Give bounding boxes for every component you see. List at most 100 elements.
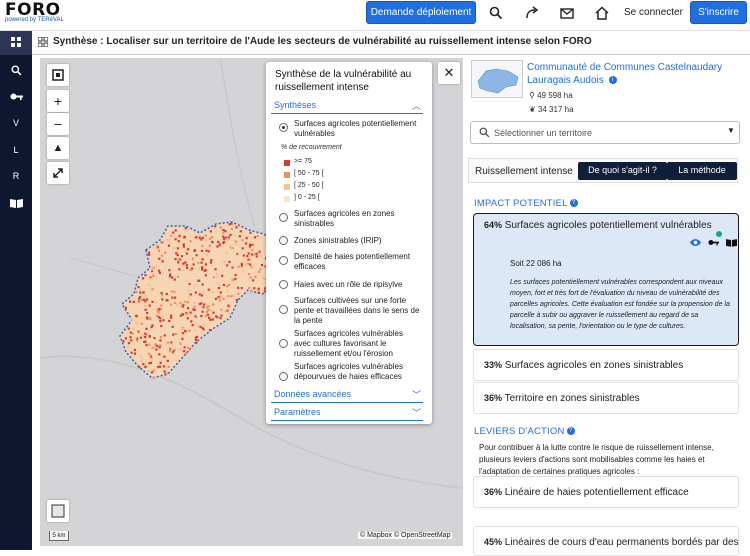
option-label-5[interactable]: Haies avec un rôle de ripisylve <box>294 280 420 290</box>
radio-option-1[interactable] <box>279 123 288 132</box>
vulnerability-dot <box>184 261 187 264</box>
mail-icon[interactable] <box>560 6 574 20</box>
vulnerability-dot <box>227 238 230 241</box>
zoom-out-button[interactable]: − <box>47 113 69 135</box>
vulnerability-dot <box>193 305 196 308</box>
option-label-4[interactable]: Densité de haies potentiellement efficac… <box>294 252 420 272</box>
sidebar-item-l[interactable]: L <box>0 138 32 162</box>
basemap-toggle-button[interactable] <box>47 500 69 522</box>
vulnerability-dot <box>201 258 204 261</box>
option-label-7[interactable]: Surfaces agricoles vulnérables avec cult… <box>294 329 420 359</box>
info-icon[interactable]: i <box>608 76 617 85</box>
donnees-avancees-section-header[interactable]: Données avancées ﹀ <box>271 387 423 403</box>
impact-card-2[interactable]: 33% Surfaces agricoles en zones sinistra… <box>473 349 739 381</box>
vulnerability-dot <box>166 341 170 344</box>
compass-button[interactable]: ▲ <box>47 137 69 159</box>
vulnerability-dot <box>150 346 153 349</box>
key-icon[interactable] <box>708 237 719 248</box>
help-icon[interactable]: ? <box>566 427 575 436</box>
home-icon[interactable] <box>595 6 609 20</box>
vulnerability-dot <box>195 236 198 239</box>
vulnerability-dot <box>130 351 133 354</box>
vulnerability-dot <box>224 260 227 263</box>
sidebar-grid-button[interactable] <box>0 31 32 55</box>
vulnerability-dot <box>239 230 242 233</box>
vulnerability-dot <box>193 249 196 253</box>
radio-option-7[interactable] <box>279 339 288 348</box>
vulnerability-dot <box>260 264 264 267</box>
vulnerability-dot <box>230 227 233 231</box>
vulnerability-dot <box>148 316 151 319</box>
vulnerability-dot <box>209 261 213 264</box>
se-connecter-link[interactable]: Se connecter <box>624 7 683 18</box>
demande-deploiement-button[interactable]: Demande déploiement <box>366 1 476 24</box>
impact-card-main[interactable]: 64% Surfaces agricoles potentiellement v… <box>473 213 739 346</box>
vulnerability-dot <box>229 233 232 236</box>
territory-name[interactable]: Communauté de Communes Castelnaudary Lau… <box>527 61 747 87</box>
levier-1-label: Linéaire de haies potentiellement effica… <box>504 487 689 498</box>
vulnerability-dot <box>253 253 256 256</box>
sidebar-item-v[interactable]: V <box>0 111 32 135</box>
territory-thumbnail <box>471 60 523 98</box>
syntheses-label: Synthèses <box>274 100 317 110</box>
vulnerability-dot <box>151 324 154 327</box>
radio-option-5[interactable] <box>279 280 288 289</box>
vulnerability-dot <box>138 337 141 340</box>
levier-card-2[interactable]: 45% Linéaires de cours d'eau permanents … <box>473 526 739 556</box>
option-label-1[interactable]: Surfaces agricoles potentiellement vulné… <box>294 119 420 139</box>
radio-option-4[interactable] <box>279 256 288 265</box>
vulnerability-dot <box>225 251 228 254</box>
radio-option-3[interactable] <box>279 236 288 245</box>
class-label-3: [ 25 - 50 [ <box>294 182 324 189</box>
vulnerability-dot <box>189 293 192 296</box>
vulnerability-dot <box>173 347 176 350</box>
option-label-8[interactable]: Surfaces agricoles vulnérables dépourvue… <box>294 362 420 382</box>
de-quoi-sagit-il-button[interactable]: De quoi s'agit-il ? <box>578 162 667 180</box>
parametres-section-header[interactable]: Paramètres ﹀ <box>271 405 423 421</box>
vulnerability-dot <box>148 304 151 307</box>
radio-option-8[interactable] <box>279 372 288 381</box>
la-methode-button[interactable]: La méthode <box>667 162 737 180</box>
vulnerability-dot <box>124 337 127 340</box>
radio-option-6[interactable] <box>279 305 288 314</box>
impact-card-3[interactable]: 36% Territoire en zones sinistrables <box>473 382 739 414</box>
vulnerability-dot <box>187 307 190 310</box>
option-label-3[interactable]: Zones sinistrables (IRIP) <box>294 236 420 246</box>
option-label-2[interactable]: Surfaces agricoles en zones sinistrables <box>294 209 420 229</box>
sidebar-search-button[interactable] <box>0 59 32 83</box>
eye-icon[interactable] <box>690 237 701 248</box>
impact-3-percent: 36% <box>484 393 503 403</box>
vulnerability-dot <box>240 287 243 290</box>
option-label-6[interactable]: Surfaces cultivées sur une forte pente e… <box>294 296 420 326</box>
legend-close-button[interactable]: ✕ <box>438 62 460 84</box>
vulnerability-dot <box>207 288 210 291</box>
vulnerability-dot <box>124 306 127 309</box>
share-icon[interactable] <box>525 6 539 20</box>
radio-option-2[interactable] <box>279 213 288 222</box>
zoom-in-button[interactable]: + <box>47 90 69 112</box>
vulnerability-dot <box>188 296 191 299</box>
vulnerability-dot <box>157 366 160 369</box>
map-attribution[interactable]: © Mapbox © OpenStreetMap <box>358 532 453 539</box>
search-icon[interactable] <box>489 6 503 20</box>
vulnerability-dot <box>255 255 258 258</box>
vulnerability-dot <box>194 291 197 294</box>
sidebar-book-button[interactable] <box>0 191 32 215</box>
territory-select[interactable]: Sélectionner un territoire ▼ <box>470 121 740 144</box>
sidebar-item-r[interactable]: R <box>0 164 32 188</box>
vulnerability-dot <box>250 253 254 256</box>
syntheses-section-header[interactable]: Synthèses ︿ <box>271 98 423 114</box>
help-icon[interactable]: ? <box>569 199 578 208</box>
book-icon[interactable] <box>726 237 737 248</box>
vulnerability-dot <box>127 346 130 349</box>
vulnerability-dot <box>204 269 207 272</box>
vulnerability-dot <box>163 251 167 254</box>
expand-button[interactable] <box>47 162 69 184</box>
fullscreen-button[interactable] <box>47 64 69 86</box>
vulnerability-dot <box>174 301 177 304</box>
sinscrire-button[interactable]: S'inscrire <box>690 1 747 24</box>
sidebar-key-button[interactable] <box>0 85 32 109</box>
vulnerability-dot <box>136 339 139 342</box>
vulnerability-dot <box>250 241 253 244</box>
levier-card-1[interactable]: 36% Linéaire de haies potentiellement ef… <box>473 476 739 508</box>
